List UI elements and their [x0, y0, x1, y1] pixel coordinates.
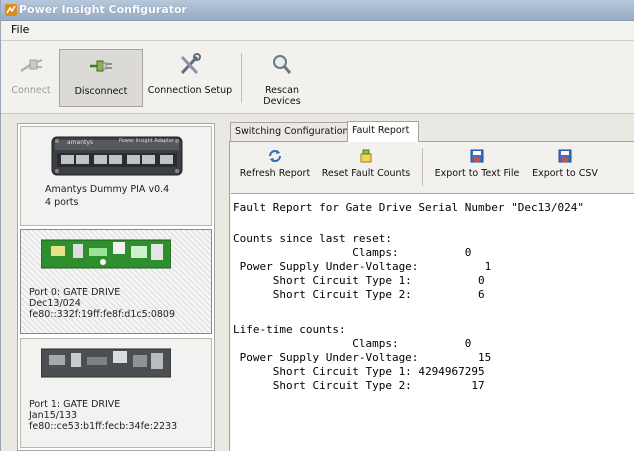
app-window: Power Insight Configurator File Connect … — [0, 0, 634, 451]
lifetime-row: Short Circuit Type 2: 17 — [233, 379, 485, 392]
disconnect-label: Disconnect — [74, 86, 128, 97]
magnifier-icon — [273, 55, 292, 74]
export-text-file-button[interactable]: Export to Text File — [430, 146, 524, 190]
port-card-0[interactable]: Port 0: GATE DRIVE Dec13/024 fe80::332f:… — [20, 229, 212, 334]
refresh-report-button[interactable]: Refresh Report — [234, 146, 316, 190]
connect-button[interactable]: Connect — [3, 49, 59, 107]
port-card-1[interactable]: Port 1: GATE DRIVE Jan15/133 fe80::ce53:… — [20, 338, 212, 448]
export-csv-label: Export to CSV — [532, 168, 598, 179]
adapter-card[interactable]: amantys Power Insight Adapter Amantys Du… — [20, 126, 212, 226]
menu-bar: File — [1, 21, 634, 41]
tab-switching-configuration[interactable]: Switching Configuration — [230, 122, 349, 141]
export-text-file-label: Export to Text File — [434, 168, 520, 179]
adapter-name: Amantys Dummy PIA v0.4 — [45, 184, 170, 195]
lifetime-row: Clamps: 0 — [233, 337, 472, 350]
port-1-address: fe80::ce53:b1ff:fecb:34fe:2233 — [29, 421, 178, 432]
port-0-serial: Dec13/024 — [29, 298, 81, 309]
report-header: Fault Report for Gate Drive Serial Numbe… — [233, 201, 584, 214]
disconnect-button[interactable]: Disconnect — [59, 49, 143, 107]
main-toolbar: Connect Disconnect Connection Setup Resc… — [1, 41, 634, 114]
port-1-title: Port 1: GATE DRIVE — [29, 399, 121, 410]
rescan-devices-button[interactable]: Rescan Devices — [247, 49, 317, 107]
port-1-serial: Jan15/133 — [29, 410, 78, 421]
since-reset-title: Counts since last reset: — [233, 232, 392, 245]
tab-fault-report[interactable]: Fault Report — [347, 121, 419, 142]
refresh-icon — [269, 150, 281, 162]
lifetime-row: Power Supply Under-Voltage: 15 — [233, 351, 492, 364]
connect-label: Connect — [11, 85, 51, 96]
since-reset-row: Short Circuit Type 1: 0 — [233, 274, 485, 287]
title-bar[interactable]: Power Insight Configurator — [1, 0, 634, 21]
window-title: Power Insight Configurator — [19, 3, 187, 16]
device-list-panel: amantys Power Insight Adapter Amantys Du… — [17, 123, 215, 451]
connection-setup-button[interactable]: Connection Setup — [144, 49, 236, 107]
gate-drive-board-image — [41, 239, 171, 269]
rescan-devices-label: Rescan Devices — [263, 85, 301, 107]
gate-drive-board-image — [41, 348, 171, 378]
floppy-disk-icon — [470, 149, 484, 163]
fault-report-text[interactable]: Fault Report for Gate Drive Serial Numbe… — [231, 193, 634, 451]
eraser-icon — [360, 149, 372, 163]
tools-icon — [180, 53, 201, 75]
reset-fault-counts-label: Reset Fault Counts — [321, 168, 411, 179]
connection-setup-label: Connection Setup — [147, 85, 233, 96]
lifetime-row: Short Circuit Type 1: 4294967295 — [233, 365, 485, 378]
since-reset-row: Clamps: 0 — [233, 246, 472, 259]
adapter-label-text: Power Insight Adapter — [119, 138, 175, 144]
since-reset-row: Power Supply Under-Voltage: 1 — [233, 260, 492, 273]
app-icon — [5, 4, 17, 16]
reset-fault-counts-button[interactable]: Reset Fault Counts — [318, 146, 414, 190]
plug-icon — [20, 59, 43, 73]
lifetime-title: Life-time counts: — [233, 323, 346, 336]
unplug-icon — [90, 60, 112, 72]
port-0-address: fe80::332f:19ff:fe8f:d1c5:0809 — [29, 309, 176, 320]
since-reset-row: Short Circuit Type 2: 6 — [233, 288, 485, 301]
export-csv-button[interactable]: Export to CSV — [528, 146, 602, 190]
port-0-title: Port 0: GATE DRIVE — [29, 287, 121, 298]
refresh-report-label: Refresh Report — [239, 168, 311, 179]
toolbar-separator — [241, 53, 242, 103]
menu-file[interactable]: File — [11, 23, 29, 36]
floppy-disk-icon — [558, 149, 572, 163]
adapter-ports: 4 ports — [45, 197, 79, 208]
adapter-brand-text: amantys — [67, 139, 94, 146]
report-toolbar-separator — [422, 148, 423, 186]
